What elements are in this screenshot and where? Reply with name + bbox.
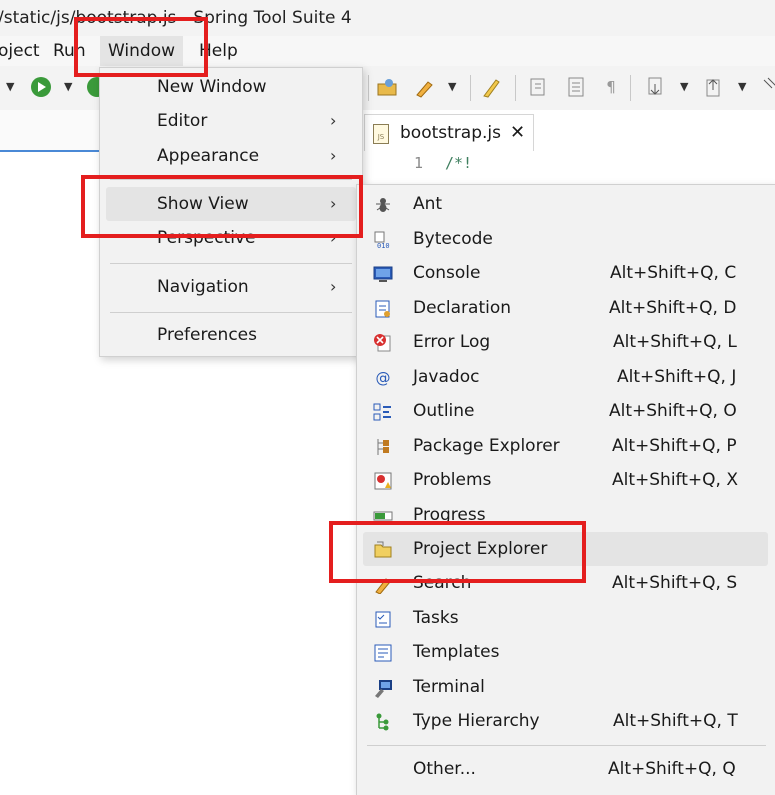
- run-icon[interactable]: [30, 76, 52, 98]
- task-dropdown-icon[interactable]: ▼: [448, 80, 456, 93]
- view-item-package-explorer[interactable]: Package Explorer Alt+Shift+Q, P: [363, 429, 770, 463]
- package-explorer-icon: [373, 437, 393, 457]
- problems-icon: [373, 471, 393, 491]
- open-task-icon[interactable]: [414, 76, 436, 98]
- pilcrow-icon[interactable]: ¶: [600, 76, 622, 98]
- chevron-right-icon: ›: [330, 194, 337, 213]
- error-log-icon: [373, 333, 393, 353]
- view-item-templates[interactable]: Templates: [363, 635, 770, 669]
- compare-icon[interactable]: [528, 76, 550, 98]
- menu-separator: [367, 745, 766, 746]
- svg-text:010: 010: [377, 242, 390, 250]
- progress-icon: [373, 506, 393, 526]
- run-dropdown-icon[interactable]: ▼: [64, 80, 72, 93]
- view-item-progress[interactable]: Progress: [363, 498, 770, 532]
- chevron-right-icon: ›: [330, 146, 337, 165]
- view-item-error-log[interactable]: Error Log Alt+Shift+Q, L: [363, 325, 770, 359]
- line-number: 1: [414, 154, 424, 172]
- view-item-javadoc[interactable]: @ Javadoc Alt+Shift+Q, J: [363, 360, 770, 394]
- view-item-ant[interactable]: Ant: [363, 187, 770, 221]
- menu-item-preferences[interactable]: Preferences: [106, 318, 356, 352]
- highlight-icon[interactable]: [480, 76, 502, 98]
- previous-dropdown-icon[interactable]: ▼: [738, 80, 746, 93]
- view-item-search[interactable]: Search Alt+Shift+Q, S: [363, 566, 770, 600]
- chevron-right-icon: ›: [330, 111, 337, 130]
- code-line[interactable]: /*!: [445, 154, 472, 172]
- terminal-icon: [373, 678, 393, 698]
- menu-separator: [110, 312, 352, 313]
- tasks-icon: [373, 609, 393, 629]
- document-icon[interactable]: [565, 76, 587, 98]
- ant-icon: [373, 195, 393, 215]
- previous-annotation-icon[interactable]: [703, 76, 725, 98]
- menu-item-new-window[interactable]: New Window: [106, 70, 356, 104]
- menu-item-perspective[interactable]: Perspective ›: [106, 221, 356, 255]
- project-explorer-icon: [373, 540, 393, 560]
- show-view-submenu: Ant 010 Bytecode Console Alt+Shift+Q, C …: [356, 184, 775, 795]
- templates-icon: [373, 643, 393, 663]
- next-annotation-icon[interactable]: [645, 76, 667, 98]
- menu-item-editor[interactable]: Editor ›: [106, 104, 356, 138]
- view-item-type-hierarchy[interactable]: Type Hierarchy Alt+Shift+Q, T: [363, 704, 770, 738]
- search-icon: [373, 574, 393, 595]
- menu-help[interactable]: Help: [191, 36, 246, 66]
- editor-tab-bootstrap[interactable]: JS bootstrap.js ✕: [364, 114, 534, 151]
- editor-tab-label: bootstrap.js: [400, 123, 501, 143]
- window-menu: New Window Editor › Appearance › Show Vi…: [99, 67, 363, 357]
- next-dropdown-icon[interactable]: ▼: [680, 80, 688, 93]
- type-hierarchy-icon: [373, 712, 393, 732]
- menu-item-appearance[interactable]: Appearance ›: [106, 139, 356, 173]
- chevron-right-icon: ›: [330, 228, 337, 247]
- bytecode-icon: 010: [373, 230, 393, 250]
- menu-separator: [110, 263, 352, 264]
- javadoc-icon: @: [375, 369, 391, 387]
- view-item-terminal[interactable]: Terminal: [363, 670, 770, 704]
- view-item-outline[interactable]: Outline Alt+Shift+Q, O: [363, 394, 770, 428]
- menu-separator: [110, 179, 352, 180]
- open-type-icon[interactable]: [376, 76, 398, 98]
- view-item-declaration[interactable]: Declaration Alt+Shift+Q, D: [363, 291, 770, 325]
- console-icon: [373, 264, 393, 284]
- chevron-right-icon: ›: [330, 277, 337, 296]
- left-view-tab[interactable]: [0, 110, 110, 152]
- javascript-file-icon: JS: [373, 124, 389, 144]
- view-item-tasks[interactable]: Tasks: [363, 601, 770, 635]
- declaration-icon: [373, 299, 393, 319]
- dropdown-arrow-icon[interactable]: ▼: [6, 80, 14, 93]
- view-item-project-explorer[interactable]: Project Explorer: [363, 532, 768, 566]
- view-item-console[interactable]: Console Alt+Shift+Q, C: [363, 256, 770, 290]
- view-item-problems[interactable]: Problems Alt+Shift+Q, X: [363, 463, 770, 497]
- menu-bar: oject Run Window Help: [0, 36, 775, 66]
- menu-run[interactable]: Run: [45, 36, 94, 66]
- menu-item-show-view[interactable]: Show View ›: [106, 187, 356, 221]
- view-item-bytecode[interactable]: 010 Bytecode: [363, 222, 770, 256]
- window-title-bar: /static/js/bootstrap.js - Spring Tool Su…: [0, 0, 775, 36]
- window-title: /static/js/bootstrap.js - Spring Tool Su…: [0, 8, 352, 28]
- menu-window[interactable]: Window: [100, 36, 184, 66]
- pin-icon[interactable]: [758, 76, 775, 98]
- view-item-other[interactable]: Other... Alt+Shift+Q, Q: [363, 752, 770, 786]
- menu-item-navigation[interactable]: Navigation ›: [106, 270, 356, 304]
- outline-icon: [373, 402, 393, 422]
- close-icon[interactable]: ✕: [510, 115, 525, 151]
- menu-project[interactable]: oject: [0, 36, 48, 66]
